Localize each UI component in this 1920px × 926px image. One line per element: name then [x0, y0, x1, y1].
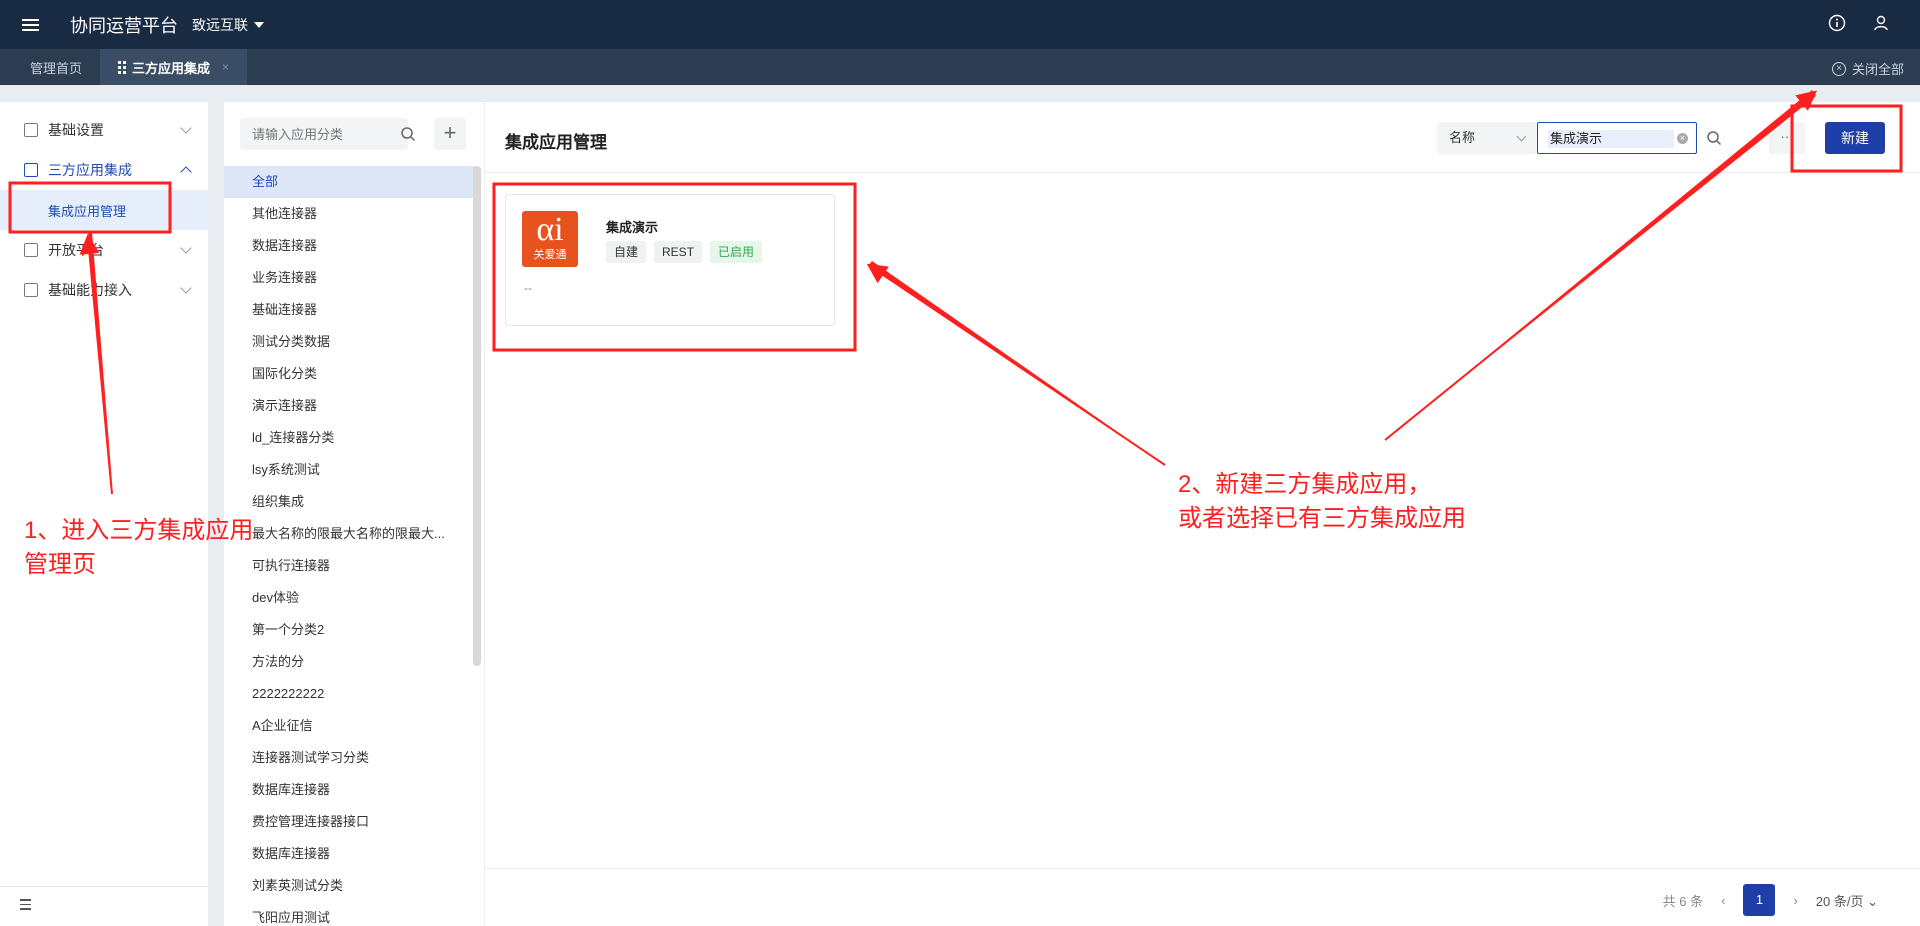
category-search-input[interactable]: [252, 126, 402, 142]
logo-mark: αi: [536, 211, 564, 248]
page-size-select[interactable]: 20 条/页 ⌄: [1816, 891, 1878, 910]
more-button[interactable]: ···: [1769, 122, 1805, 154]
user-icon[interactable]: [1872, 14, 1890, 32]
org-name: 致远互联: [192, 16, 248, 33]
tab-third-party[interactable]: 三方应用集成 ×: [100, 49, 248, 85]
category-item[interactable]: 连接器测试学习分类: [224, 742, 476, 774]
protocol-tag: REST: [654, 241, 703, 263]
category-item[interactable]: 飞阳应用测试: [224, 902, 476, 926]
app-logo: αi 关爱通: [522, 211, 578, 267]
sidebar-item-label: 三方应用集成: [48, 162, 132, 178]
clear-icon[interactable]: ×: [1677, 133, 1688, 144]
page-button-current[interactable]: 1: [1743, 884, 1776, 916]
org-switcher[interactable]: 致远互联: [192, 15, 264, 35]
category-item[interactable]: lsy系统测试: [224, 454, 476, 486]
app-card[interactable]: αi 关爱通 集成演示 自建 REST 已启用 --: [505, 194, 835, 326]
category-item[interactable]: 刘素英测试分类: [224, 870, 476, 902]
divider: [485, 868, 1920, 869]
add-category-button[interactable]: +: [434, 118, 466, 150]
tab-label: 管理首页: [30, 60, 83, 76]
top-bar: 协同运营平台 致远互联: [0, 0, 1920, 49]
sidebar-item-label: 开放平台: [48, 242, 104, 258]
search-input[interactable]: 集成演示 ×: [1537, 122, 1697, 154]
chevron-down-icon: [180, 282, 192, 294]
drag-handle-icon: [118, 60, 127, 74]
category-item[interactable]: 其他连接器: [224, 198, 476, 230]
page-size-value: 20 条/页: [1815, 893, 1864, 909]
category-item[interactable]: 费控管理连接器接口: [224, 806, 476, 838]
prev-page-icon[interactable]: ‹: [1721, 893, 1725, 908]
sidebar-item-open-platform[interactable]: 开放平台: [0, 230, 208, 270]
search-icon[interactable]: [392, 118, 424, 150]
close-tab-icon[interactable]: ×: [222, 60, 229, 74]
app-card-description: --: [524, 281, 532, 295]
search-input-value: 集成演示: [1548, 130, 1674, 148]
category-item[interactable]: 业务连接器: [224, 262, 476, 294]
category-item[interactable]: A企业征信: [224, 710, 476, 742]
chart-icon: [24, 283, 38, 297]
app-title: 协同运营平台: [70, 15, 178, 36]
new-button[interactable]: 新建: [1825, 122, 1885, 154]
sidebar-item-third-party[interactable]: 三方应用集成: [0, 150, 208, 190]
category-item[interactable]: 演示连接器: [224, 390, 476, 422]
next-page-icon[interactable]: ›: [1793, 893, 1797, 908]
filter-field-value: 名称: [1449, 130, 1476, 145]
category-panel: + 全部其他连接器数据连接器业务连接器基础连接器测试分类数据国际化分类演示连接器…: [224, 102, 484, 926]
category-item[interactable]: 基础连接器: [224, 294, 476, 326]
category-search: [240, 118, 408, 150]
monitor-icon: [24, 243, 38, 257]
sidebar-item-app-management[interactable]: 集成应用管理: [0, 190, 208, 230]
pagination: 共 6 条 ‹ 1 › 20 条/页 ⌄: [1663, 884, 1878, 916]
logo-text: 关爱通: [533, 249, 567, 261]
type-tag: 自建: [606, 241, 647, 263]
integration-icon: [24, 163, 38, 177]
search-icon[interactable]: [1699, 122, 1729, 154]
sidebar-item-label: 基础能力接入: [48, 282, 132, 298]
category-item[interactable]: 全部: [224, 166, 476, 198]
chevron-down-icon: [180, 122, 192, 134]
total-count: 共 6 条: [1662, 893, 1704, 909]
caret-down-icon: [254, 21, 264, 28]
chevron-down-icon: [180, 242, 192, 254]
chevron-up-icon: [180, 166, 192, 178]
sidebar-item-basic-settings[interactable]: 基础设置: [0, 110, 208, 150]
category-item[interactable]: 数据连接器: [224, 230, 476, 262]
category-list: 全部 其他连接器 数据连接器 业务连接器 基础连接器 测试分类数据 国际化分类 演示连接器 ld…: [224, 166, 476, 926]
close-circle-icon: ×: [1831, 61, 1846, 76]
category-item[interactable]: 国际化分类: [224, 358, 476, 390]
tab-label: 三方应用集成: [132, 60, 211, 76]
category-item[interactable]: ld_连接器分类: [224, 422, 476, 454]
menu-icon[interactable]: [22, 18, 48, 31]
category-item[interactable]: 数据库连接器: [224, 774, 476, 806]
close-all-label: 关闭全部: [1851, 62, 1904, 77]
info-icon[interactable]: [1828, 14, 1846, 32]
category-item[interactable]: 可执行连接器: [224, 550, 476, 582]
category-item[interactable]: 组织集成: [224, 486, 476, 518]
settings-icon: [24, 123, 38, 137]
divider: [485, 172, 1920, 173]
sidebar-item-label: 基础设置: [48, 122, 104, 138]
chevron-down-icon: [1516, 131, 1527, 142]
category-item[interactable]: 最大名称的限最大名称的限最大...: [224, 518, 476, 550]
annotation-note-2: 2、新建三方集成应用， 或者选择已有三方集成应用: [1178, 471, 1466, 532]
category-item[interactable]: 第一个分类2: [224, 614, 476, 646]
annotation-note-1: 1、进入三方集成应用 管理页: [24, 517, 254, 578]
tab-home[interactable]: 管理首页: [0, 49, 100, 85]
filter-field-select[interactable]: 名称: [1437, 122, 1537, 154]
collapse-sidebar-icon[interactable]: [0, 886, 208, 926]
category-item[interactable]: 方法的分: [224, 646, 476, 678]
scrollbar[interactable]: [473, 166, 481, 666]
sidebar-item-capability[interactable]: 基础能力接入: [0, 270, 208, 310]
category-item[interactable]: dev体验: [224, 582, 476, 614]
category-item[interactable]: 数据库连接器: [224, 838, 476, 870]
app-card-title: 集成演示: [606, 220, 659, 235]
close-all-button[interactable]: × 关闭全部: [1831, 59, 1904, 78]
category-item[interactable]: 测试分类数据: [224, 326, 476, 358]
tab-bar: 管理首页 三方应用集成 × × 关闭全部: [0, 49, 1920, 85]
page-title: 集成应用管理: [505, 133, 607, 152]
status-badge: 已启用: [710, 241, 763, 263]
category-item[interactable]: 2222222222: [224, 678, 476, 710]
